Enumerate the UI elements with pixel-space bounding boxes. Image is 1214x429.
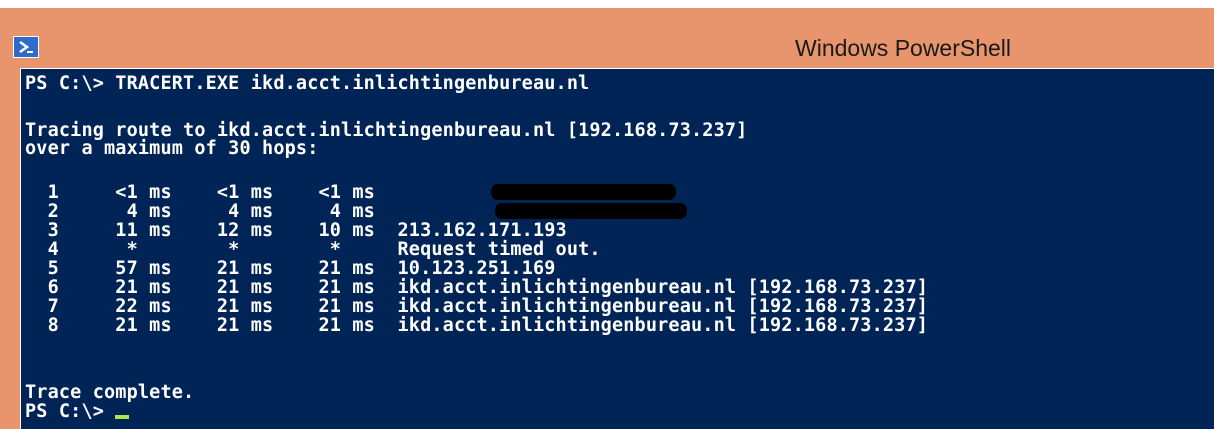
text-cursor (115, 415, 130, 419)
hop-row: 3 11 ms 12 ms 10 ms 213.162.171.193 (25, 220, 567, 241)
hop-row: 2 4 ms 4 ms 4 ms (25, 201, 398, 222)
console-output[interactable]: PS C:\> TRACERT.EXE ikd.acct.inlichtinge… (20, 68, 1214, 429)
powershell-window: Windows PowerShell PS C:\> TRACERT.EXE i… (0, 0, 1214, 429)
hop-row: 6 21 ms 21 ms 21 ms ikd.acct.inlichtinge… (25, 277, 929, 298)
redaction-mark (491, 184, 676, 200)
prompt-text: PS C:\> (25, 401, 116, 422)
prompt-line[interactable]: PS C:\> (25, 401, 130, 422)
command-line: PS C:\> TRACERT.EXE ikd.acct.inlichtinge… (25, 73, 590, 94)
redaction-mark (495, 203, 687, 219)
hop-row: 1 <1 ms <1 ms <1 ms (25, 182, 398, 203)
hop-row: 5 57 ms 21 ms 21 ms 10.123.251.169 (25, 258, 556, 279)
hop-row: 4 * * * Request timed out. (25, 239, 601, 260)
max-hops-line: over a maximum of 30 hops: (25, 138, 319, 159)
hop-row: 7 22 ms 21 ms 21 ms ikd.acct.inlichtinge… (25, 296, 929, 317)
window-title: Windows PowerShell (795, 35, 1012, 61)
title-bar[interactable]: Windows PowerShell (0, 8, 1214, 68)
trace-complete-line: Trace complete. (25, 382, 195, 403)
hop-row: 8 21 ms 21 ms 21 ms ikd.acct.inlichtinge… (25, 315, 929, 336)
window-top-edge (0, 0, 1214, 8)
powershell-icon[interactable] (13, 36, 39, 58)
